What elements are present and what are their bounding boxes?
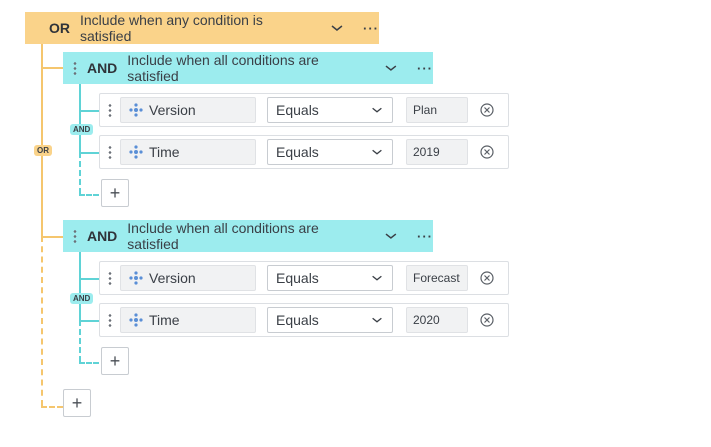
value-input[interactable]: 2020 [406,307,468,333]
and-1-branch-1 [79,110,99,112]
chevron-down-icon [372,149,382,155]
and-1-more-menu[interactable]: ··· [417,61,433,76]
chevron-down-icon[interactable] [383,231,399,241]
value-input[interactable]: Forecast [406,265,468,291]
and-1-connector-dash [79,152,81,194]
and-1-connector-line [79,84,81,152]
operator-label: Equals [276,102,319,118]
and-2-keyword: AND [86,228,118,244]
and-2-more-menu[interactable]: ··· [417,229,433,244]
and-2-connector-line [79,252,81,320]
or-connector-dash [41,236,43,406]
field-label: Time [149,312,180,328]
and-1-group-header: AND Include when all conditions are sati… [63,52,433,84]
dimension-icon [129,313,143,327]
or-branch-1 [41,67,63,69]
dimension-icon [129,271,143,285]
or-description: Include when any condition is satisfied [80,12,263,44]
add-condition-button[interactable]: + [101,179,129,207]
or-keyword: OR [49,20,70,36]
drag-handle-icon[interactable] [108,103,112,117]
and-1-keyword: AND [86,60,118,76]
and-2-connector-dash [79,320,81,362]
drag-handle-icon[interactable] [108,271,112,285]
operator-label: Equals [276,270,319,286]
chevron-down-icon [372,317,382,323]
and-2-group-header: AND Include when all conditions are sati… [63,220,433,252]
operator-label: Equals [276,144,319,160]
operator-select[interactable]: Equals [267,265,393,291]
clear-icon[interactable] [480,313,494,327]
condition-row: Time Equals 2019 [99,135,509,169]
or-connector-line [41,42,43,236]
or-group-header: OR Include when any condition is satisfi… [25,12,379,44]
value-text: Forecast [413,271,460,285]
field-label: Version [149,102,196,118]
value-text: 2019 [413,145,440,159]
clear-icon[interactable] [480,103,494,117]
add-condition-button[interactable]: + [101,347,129,375]
drag-handle-icon[interactable] [73,61,77,75]
dimension-icon [129,103,143,117]
and-2-branch-2 [79,320,99,322]
chevron-down-icon[interactable] [329,23,345,33]
clear-icon[interactable] [480,271,494,285]
clear-icon[interactable] [480,145,494,159]
drag-handle-icon[interactable] [73,229,77,243]
field-selector[interactable]: Time [120,139,256,165]
field-selector[interactable]: Version [120,97,256,123]
dimension-icon [129,145,143,159]
chevron-down-icon[interactable] [383,63,399,73]
and-2-branch-add [79,362,99,364]
add-group-button[interactable]: + [63,389,91,417]
field-selector[interactable]: Version [120,265,256,291]
condition-row: Version Equals Plan [99,93,509,127]
chevron-down-icon [372,275,382,281]
and-1-branch-2 [79,152,99,154]
and-1-badge: AND [70,124,94,135]
and-2-description: Include when all conditions are satisfie… [127,220,319,252]
value-text: Plan [413,103,438,117]
operator-select[interactable]: Equals [267,307,393,333]
drag-handle-icon[interactable] [108,145,112,159]
drag-handle-icon[interactable] [108,313,112,327]
operator-select[interactable]: Equals [267,97,393,123]
and-1-description: Include when all conditions are satisfie… [127,52,319,84]
and-2-branch-1 [79,278,99,280]
operator-select[interactable]: Equals [267,139,393,165]
chevron-down-icon [372,107,382,113]
or-badge: OR [34,145,52,156]
field-label: Time [149,144,180,160]
operator-label: Equals [276,312,319,328]
or-branch-add [41,406,63,408]
value-text: 2020 [413,313,440,327]
condition-row: Version Equals Forecast [99,261,509,295]
value-input[interactable]: 2019 [406,139,468,165]
field-selector[interactable]: Time [120,307,256,333]
or-branch-2 [41,236,63,238]
and-1-branch-add [79,194,99,196]
condition-row: Time Equals 2020 [99,303,509,337]
and-2-badge: AND [70,293,94,304]
or-more-menu[interactable]: ··· [363,21,379,36]
value-input[interactable]: Plan [406,97,468,123]
field-label: Version [149,270,196,286]
